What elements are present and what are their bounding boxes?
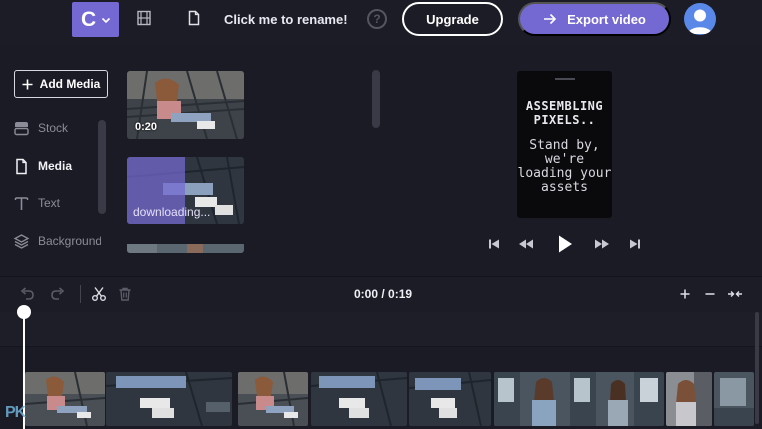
- playhead-handle[interactable]: [17, 305, 31, 319]
- top-bar: C Click me to rename! ? Upgrade Export v…: [0, 0, 762, 45]
- help-icon[interactable]: ?: [367, 9, 387, 29]
- skip-back-icon: [489, 239, 499, 249]
- fast-forward-icon: [595, 239, 609, 249]
- sidebar-item-media[interactable]: Media: [13, 156, 101, 176]
- clip-thumbnail: [409, 372, 491, 426]
- user-icon: [688, 9, 712, 34]
- sidebar-item-label: Stock: [38, 121, 69, 135]
- zoom-in-icon[interactable]: [677, 286, 693, 302]
- trash-icon[interactable]: [117, 286, 133, 302]
- user-avatar[interactable]: [684, 3, 716, 35]
- export-video-label: Export video: [567, 11, 646, 27]
- preview-indicator: [554, 78, 575, 80]
- timecode: 0:00 / 0:19: [354, 287, 413, 301]
- text-icon: [14, 196, 29, 210]
- timeline-ruler[interactable]: [0, 312, 762, 347]
- video-thumbnail: [127, 244, 244, 253]
- upgrade-button[interactable]: Upgrade: [402, 2, 503, 36]
- sidebar-item-backgrounds[interactable]: Backgrounds: [13, 231, 101, 251]
- loading-heading: ASSEMBLING PIXELS..: [525, 99, 604, 127]
- skip-forward-icon: [630, 239, 640, 249]
- timeline-clip[interactable]: [494, 372, 664, 426]
- layers-icon: [13, 233, 30, 249]
- video-preview: ASSEMBLING PIXELS.. Stand by, we're load…: [517, 71, 612, 218]
- library-item[interactable]: downloading...: [127, 157, 244, 224]
- timeline-scrollbar[interactable]: [755, 312, 759, 424]
- play-icon: [559, 235, 572, 253]
- rewind-button[interactable]: [516, 234, 536, 254]
- clip-thumbnail: [311, 372, 407, 426]
- add-media-label: Add Media: [39, 77, 101, 91]
- clip-thumbnail: [25, 372, 105, 426]
- sidebar-item-label: Text: [38, 196, 61, 210]
- add-media-button[interactable]: Add Media: [14, 70, 108, 98]
- film-icon[interactable]: [136, 10, 152, 26]
- timeline-clip[interactable]: [238, 372, 308, 426]
- watermark-logo: PK: [5, 404, 26, 421]
- fast-forward-button[interactable]: [592, 234, 612, 254]
- undo-icon[interactable]: [19, 286, 35, 302]
- sidebar-scrollbar[interactable]: [98, 120, 106, 214]
- arrow-right-icon: [544, 13, 557, 25]
- redo-icon[interactable]: [50, 286, 66, 302]
- stock-icon: [14, 121, 29, 135]
- plus-icon: [22, 79, 33, 89]
- sidebar-item-stock[interactable]: Stock: [13, 118, 101, 138]
- skip-back-button[interactable]: [484, 234, 504, 254]
- file-icon: [16, 158, 27, 174]
- clip-thumbnail: [494, 372, 664, 426]
- clip-thumbnail: [666, 372, 712, 426]
- clip-thumbnail: [714, 372, 754, 426]
- library-item[interactable]: 0:20: [127, 71, 244, 139]
- timeline-clip[interactable]: [106, 372, 232, 426]
- project-title[interactable]: Click me to rename!: [224, 12, 348, 27]
- fit-to-timeline-icon[interactable]: [727, 286, 743, 302]
- split-scissors-icon[interactable]: [91, 286, 107, 302]
- library-scrollbar[interactable]: [372, 70, 380, 128]
- download-status: downloading...: [133, 205, 211, 219]
- app-menu-button[interactable]: C: [72, 2, 119, 37]
- toolbar-divider: [80, 285, 81, 303]
- library-item[interactable]: [127, 242, 244, 253]
- timeline-clip[interactable]: [666, 372, 712, 426]
- clip-thumbnail: [238, 372, 308, 426]
- loading-message: Stand by, we're loading your assets: [517, 138, 612, 195]
- play-button[interactable]: [553, 232, 577, 256]
- rewind-icon: [519, 239, 533, 249]
- timeline-clip[interactable]: [25, 372, 105, 426]
- file-icon: [188, 10, 200, 26]
- sidebar-item-text[interactable]: Text: [13, 193, 101, 213]
- skip-forward-button[interactable]: [625, 234, 645, 254]
- timeline-clip[interactable]: [311, 372, 407, 426]
- logo-letter: C: [81, 7, 97, 31]
- sidebar-item-label: Backgrounds: [38, 234, 101, 248]
- clip-duration: 0:20: [135, 121, 158, 133]
- sidebar-item-label: Media: [38, 159, 73, 173]
- export-video-button[interactable]: Export video: [518, 2, 671, 36]
- timeline-clip[interactable]: [409, 372, 491, 426]
- clip-thumbnail: [106, 372, 232, 426]
- timeline-clip[interactable]: [714, 372, 754, 426]
- zoom-out-icon[interactable]: [702, 286, 718, 302]
- chevron-down-icon: [102, 17, 111, 23]
